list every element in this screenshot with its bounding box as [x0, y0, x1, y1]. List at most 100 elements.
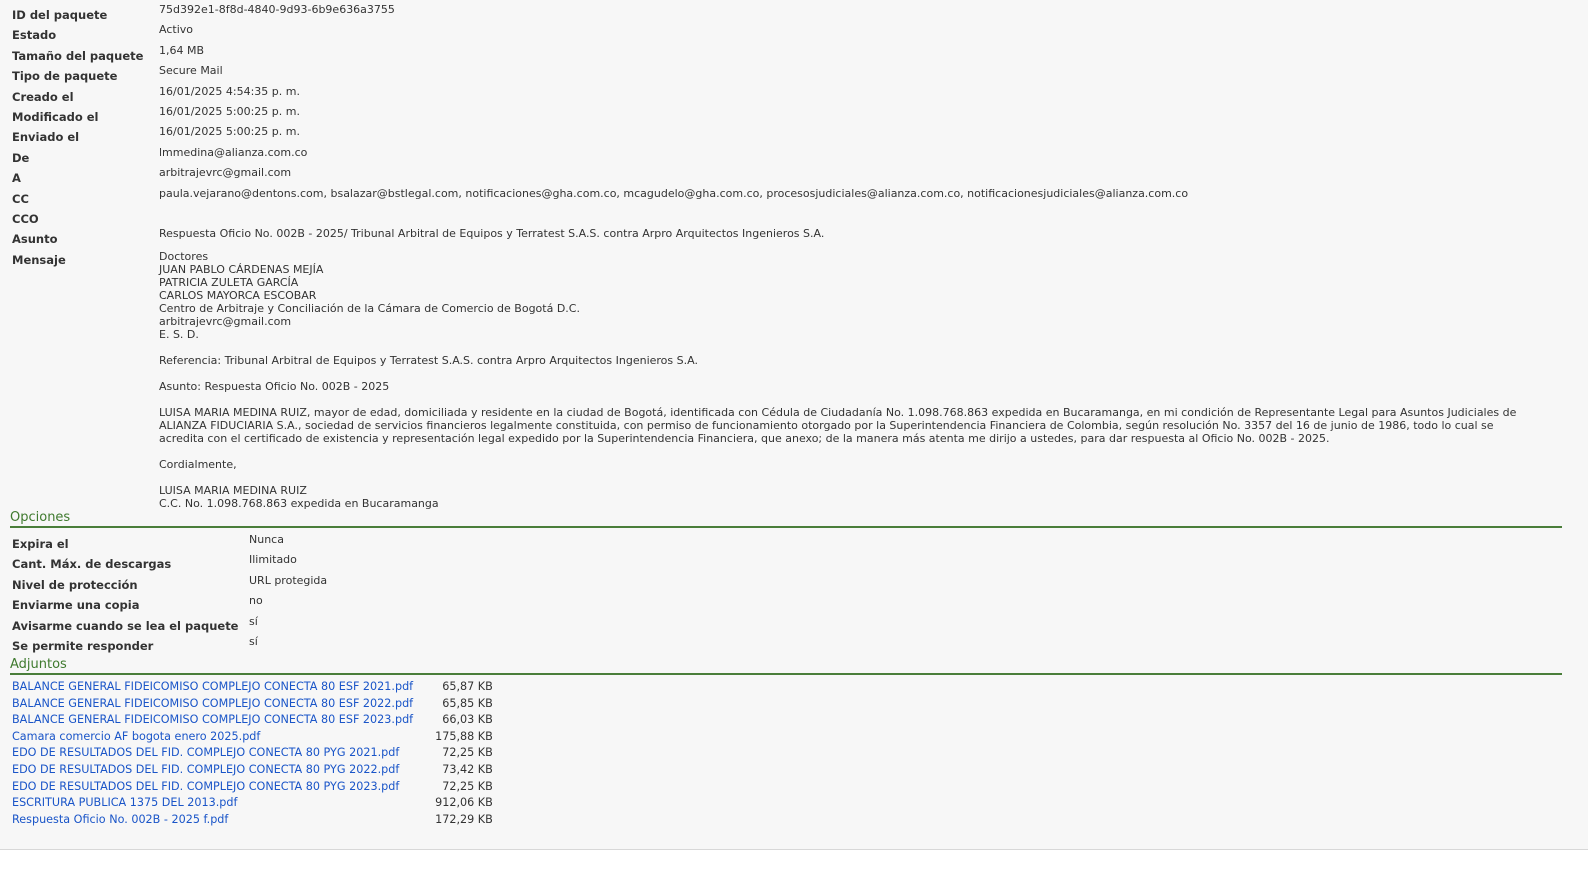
- detail-value: 16/01/2025 5:00:25 p. m.: [159, 104, 300, 118]
- detail-row-modificado-el: Modificado el 16/01/2025 5:00:25 p. m.: [12, 105, 1580, 125]
- detail-label: Mensaje: [12, 252, 66, 267]
- message-paragraph: Doctores JUAN PABLO CÁRDENAS MEJÍA PATRICI…: [159, 250, 1580, 341]
- option-label: Nivel de protección: [12, 577, 138, 592]
- detail-value: [159, 207, 1580, 227]
- attachment-size: 72,25 KB: [442, 779, 493, 793]
- detail-row-cco: CCO: [12, 207, 1580, 227]
- detail-label: Tipo de paquete: [12, 69, 118, 84]
- message-line: CARLOS MAYORCA ESCOBAR: [159, 288, 317, 302]
- option-label: Se permite responder: [12, 638, 154, 653]
- detail-row-de: De lmmedina@alianza.com.co: [12, 146, 1580, 166]
- attachment-link[interactable]: EDO DE RESULTADOS DEL FID. COMPLEJO CONE…: [12, 746, 399, 759]
- option-row-se-permite-responder: Se permite responder sí: [12, 635, 327, 655]
- attachment-row: EDO DE RESULTADOS DEL FID. COMPLEJO CONE…: [12, 780, 493, 797]
- attachment-link[interactable]: Camara comercio AF bogota enero 2025.pdf: [12, 730, 260, 743]
- message-line: E. S. D.: [159, 327, 199, 341]
- attachment-name-cell: Camara comercio AF bogota enero 2025.pdf: [12, 730, 413, 747]
- detail-label: CCO: [12, 211, 39, 226]
- option-value: Ilimitado: [249, 553, 297, 567]
- attachment-link[interactable]: EDO DE RESULTADOS DEL FID. COMPLEJO CONE…: [12, 763, 399, 776]
- detail-row-a: Aarbitrajevrc@gmail.com: [12, 166, 1580, 186]
- message-line: PATRICIA ZULETA GARCÍA: [159, 275, 299, 289]
- attachment-name-cell: ESCRITURA PUBLICA 1375 DEL 2013.pdf: [12, 796, 413, 813]
- message-line: acredita con el certificado de existenci…: [159, 431, 1330, 445]
- message-line: Centro de Arbitraje y Conciliación de la…: [159, 301, 580, 315]
- detail-value: Respuesta Oficio No. 002B - 2025/ Tribun…: [159, 227, 825, 241]
- detail-label: Creado el: [12, 89, 74, 104]
- detail-value: Secure Mail: [159, 64, 223, 78]
- attachment-link[interactable]: BALANCE GENERAL FIDEICOMISO COMPLEJO CON…: [12, 697, 413, 710]
- option-value: sí: [249, 634, 258, 648]
- detail-value: paula.vejarano@dentons.com, bsalazar@bst…: [159, 186, 1189, 200]
- option-value: Nunca: [249, 533, 284, 546]
- message-line: LUISA MARIA MEDINA RUIZ, mayor de edad, …: [159, 405, 1517, 419]
- attachment-name-cell: EDO DE RESULTADOS DEL FID. COMPLEJO CONE…: [12, 780, 413, 797]
- attachment-name-cell: EDO DE RESULTADOS DEL FID. COMPLEJO CONE…: [12, 746, 413, 763]
- detail-label: Modificado el: [12, 109, 99, 124]
- detail-label: Asunto: [12, 232, 58, 247]
- option-label: Avisarme cuando se lea el paquete: [12, 618, 239, 633]
- attachment-link[interactable]: BALANCE GENERAL FIDEICOMISO COMPLEJO CON…: [12, 680, 413, 693]
- option-label: Expira el: [12, 537, 69, 551]
- detail-value: 1,64 MB: [159, 43, 205, 57]
- option-row-expira-el: Expira el Nunca: [12, 533, 327, 553]
- detail-row-cc: CC paula.vejarano@dentons.com, bsalazar@b…: [12, 187, 1580, 207]
- package-details-table: ID del paquete 75d392e1-8f8d-4840-9d93-6b…: [12, 3, 1580, 510]
- detail-label: Estado: [12, 28, 57, 43]
- message-line: Doctores: [159, 249, 209, 263]
- attachment-link[interactable]: Respuesta Oficio No. 002B - 2025 f.pdf: [12, 813, 228, 826]
- message-line: arbitrajevrc@gmail.com: [159, 314, 292, 328]
- attachment-row: BALANCE GENERAL FIDEICOMISO COMPLEJO CON…: [12, 697, 493, 714]
- detail-row-creado-el: Creado el 16/01/2025 4:54:35 p. m.: [12, 85, 1580, 105]
- detail-row-mensaje: Mensaje Doctores JUAN PABLO CÁRDENAS MEJÍA…: [12, 248, 1580, 510]
- detail-label: A: [12, 171, 21, 186]
- attachment-size: 65,85 KB: [442, 696, 493, 710]
- message-line: Referencia: Tribunal Arbitral de Equipos…: [159, 353, 698, 367]
- detail-row-id-del-paquete: ID del paquete 75d392e1-8f8d-4840-9d93-6b…: [12, 3, 1580, 23]
- message-paragraph: Referencia: Tribunal Arbitral de Equipos…: [159, 354, 1580, 367]
- detail-row-tipo-de-paquete: Tipo de paquete Secure Mail: [12, 64, 1580, 84]
- option-row-avisarme-cuando-se-lea-el-paquete: Avisarme cuando se lea el paquete sí: [12, 615, 327, 635]
- attachment-name-cell: BALANCE GENERAL FIDEICOMISO COMPLEJO CON…: [12, 680, 413, 697]
- detail-value: 16/01/2025 4:54:35 p. m.: [159, 84, 300, 98]
- attachment-size: 175,88 KB: [435, 729, 493, 743]
- attachment-link[interactable]: BALANCE GENERAL FIDEICOMISO COMPLEJO CON…: [12, 713, 413, 726]
- option-value: no: [249, 594, 263, 608]
- attachment-size: 172,29 KB: [435, 812, 493, 826]
- detail-label: CC: [12, 191, 29, 206]
- message-body: Doctores JUAN PABLO CÁRDENAS MEJÍA PATRICI…: [159, 248, 1580, 510]
- detail-value: arbitrajevrc@gmail.com: [159, 166, 292, 180]
- package-details-panel: ID del paquete 75d392e1-8f8d-4840-9d93-6b…: [0, 0, 1588, 850]
- attachment-name-cell: BALANCE GENERAL FIDEICOMISO COMPLEJO CON…: [12, 713, 413, 730]
- message-line: ALIANZA FIDUCIARIA S.A., sociedad de ser…: [159, 418, 1494, 432]
- attachments-table: BALANCE GENERAL FIDEICOMISO COMPLEJO CON…: [12, 680, 493, 829]
- attachment-link[interactable]: ESCRITURA PUBLICA 1375 DEL 2013.pdf: [12, 796, 237, 809]
- option-value: URL protegida: [249, 573, 328, 587]
- attachment-row: ESCRITURA PUBLICA 1375 DEL 2013.pdf 912,0…: [12, 796, 493, 813]
- attachment-row: BALANCE GENERAL FIDEICOMISO COMPLEJO CON…: [12, 680, 493, 697]
- attachment-name-cell: EDO DE RESULTADOS DEL FID. COMPLEJO CONE…: [12, 763, 413, 780]
- message-paragraph: LUISA MARIA MEDINA RUIZ, mayor de edad, …: [159, 406, 1580, 445]
- attachment-row: EDO DE RESULTADOS DEL FID. COMPLEJO CONE…: [12, 763, 493, 780]
- attachment-name-cell: BALANCE GENERAL FIDEICOMISO COMPLEJO CON…: [12, 697, 413, 714]
- option-label: Cant. Máx. de descargas: [12, 557, 172, 572]
- attachment-size: 65,87 KB: [442, 680, 493, 693]
- attachment-link[interactable]: EDO DE RESULTADOS DEL FID. COMPLEJO CONE…: [12, 780, 399, 793]
- message-paragraph: Cordialmente,: [159, 458, 1580, 471]
- detail-label: ID del paquete: [12, 8, 108, 22]
- attachment-size: 66,03 KB: [442, 713, 493, 727]
- option-row-enviarme-una-copia: Enviarme una copia no: [12, 594, 327, 614]
- option-value: sí: [249, 614, 258, 628]
- message-line: LUISA MARIA MEDINA RUIZ: [159, 483, 307, 497]
- attachments-section-title: Adjuntos: [10, 657, 1562, 675]
- detail-value: lmmedina@alianza.com.co: [159, 145, 308, 159]
- option-row-nivel-de-proteccion: Nivel de protección URL protegida: [12, 574, 327, 594]
- message-line: Asunto: Respuesta Oficio No. 002B - 2025: [159, 379, 390, 393]
- message-paragraph: Asunto: Respuesta Oficio No. 002B - 2025: [159, 380, 1580, 393]
- detail-row-estado: Estado Activo: [12, 23, 1580, 43]
- attachment-size: 912,06 KB: [435, 796, 493, 810]
- detail-row-enviado-el: Enviado el 16/01/2025 5:00:25 p. m.: [12, 125, 1580, 145]
- message-line: C.C. No. 1.098.768.863 expedida en Bucar…: [159, 496, 439, 510]
- detail-label: Enviado el: [12, 130, 80, 145]
- attachment-row: EDO DE RESULTADOS DEL FID. COMPLEJO CONE…: [12, 746, 493, 763]
